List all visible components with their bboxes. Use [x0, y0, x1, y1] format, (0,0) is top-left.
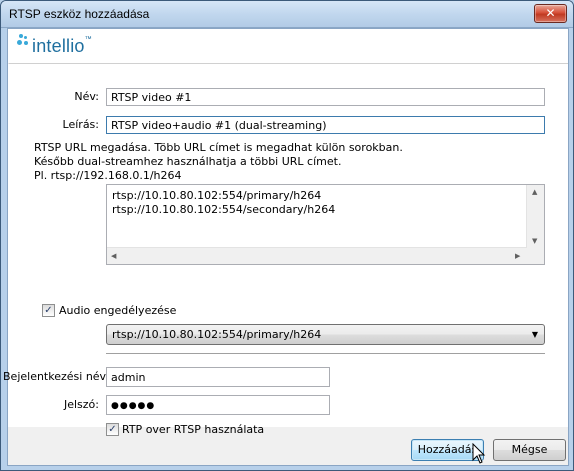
url-line: rtsp://10.10.80.102:554/primary/h264 [112, 189, 322, 202]
hint-line: Pl. rtsp://192.168.0.1/h264 [34, 169, 182, 182]
description-input[interactable]: RTSP video+audio #1 (dual-streaming) [106, 116, 545, 134]
audio-checkbox-label[interactable]: Audio engedélyezése [59, 304, 176, 317]
rtsp-url-textarea[interactable]: rtsp://10.10.80.102:554/primary/h264 rts… [106, 184, 545, 265]
form-panel: Név: RTSP video #1 Leírás: RTSP video+au… [3, 63, 568, 436]
dialog-window: RTSP eszköz hozzáadása ✕ intellio™ Név: [0, 0, 574, 471]
hint-line: Később dual-streamhez használhatja a töb… [34, 155, 342, 168]
divider [106, 353, 545, 355]
dialog-client-area: intellio™ Név: RTSP video #1 Leírás: RTS… [3, 28, 569, 466]
audio-stream-value: rtsp://10.10.80.102:554/primary/h264 [112, 328, 322, 341]
logo-trademark: ™ [84, 36, 92, 43]
scroll-left-icon[interactable]: ◀ [111, 252, 116, 260]
cancel-button[interactable]: Mégse [493, 439, 566, 461]
login-input[interactable]: admin [106, 367, 330, 387]
checkmark-icon: ✓ [108, 424, 117, 435]
title-bar[interactable]: RTSP eszköz hozzáadása ✕ [1, 1, 573, 28]
name-input[interactable]: RTSP video #1 [106, 88, 545, 106]
mouse-cursor-icon [472, 443, 486, 464]
window-title: RTSP eszköz hozzáadása [9, 7, 150, 21]
password-label: Jelszó: [63, 398, 99, 411]
login-label: Bejelentkezési név: [3, 370, 110, 383]
logo-text: intellio [32, 36, 85, 56]
close-icon: ✕ [545, 6, 556, 20]
hint-line: RTSP URL megadása. Több URL címet is meg… [34, 141, 403, 154]
checkmark-icon: ✓ [44, 305, 53, 316]
scrollbar-corner [527, 248, 544, 264]
description-label: Leírás: [62, 118, 99, 131]
horizontal-scrollbar[interactable]: ◀ ▶ [107, 247, 527, 264]
url-hint: RTSP URL megadása. Több URL címet is meg… [34, 141, 403, 183]
dropdown-arrow-icon: ▼ [531, 330, 538, 339]
vertical-scrollbar[interactable]: ▲ ▼ [526, 185, 544, 249]
scroll-down-icon[interactable]: ▼ [532, 237, 537, 245]
logo-dots-icon [16, 32, 30, 58]
audio-stream-select[interactable]: rtsp://10.10.80.102:554/primary/h264 ▼ [106, 324, 545, 345]
scroll-up-icon[interactable]: ▲ [532, 188, 537, 196]
audio-checkbox[interactable]: ✓ [42, 304, 55, 317]
name-label: Név: [74, 90, 99, 103]
header-area: intellio™ [8, 29, 568, 63]
rtp-over-rtsp-label[interactable]: RTP over RTSP használata [122, 423, 264, 436]
scroll-right-icon[interactable]: ▶ [515, 252, 520, 260]
rtp-over-rtsp-checkbox[interactable]: ✓ [106, 423, 119, 436]
password-input[interactable]: ●●●●● [106, 395, 330, 415]
url-line: rtsp://10.10.80.102:554/secondary/h264 [112, 203, 336, 216]
close-button[interactable]: ✕ [534, 4, 567, 23]
